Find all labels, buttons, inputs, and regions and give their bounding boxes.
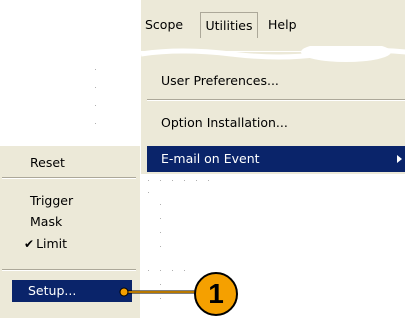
menu-item-setup[interactable]: Setup... (12, 280, 132, 302)
menu-help[interactable]: Help (268, 14, 297, 36)
menu-item-option-installation[interactable]: Option Installation... (147, 109, 405, 137)
menu-item-user-preferences[interactable]: User Preferences... (147, 67, 405, 95)
menu-item-limit[interactable]: ✔ Limit (24, 234, 67, 254)
menu-item-mask[interactable]: Mask (30, 212, 62, 232)
limit-label: Limit (36, 236, 68, 251)
upper-dots (95, 69, 96, 124)
callout-number-badge: 1 (194, 272, 238, 316)
menu-utilities[interactable]: Utilities (200, 12, 258, 38)
menu-item-email-on-event[interactable]: E-mail on Event (147, 146, 405, 172)
submenu-arrow-icon (397, 155, 402, 163)
utilities-dropdown: User Preferences... Option Installation.… (140, 46, 405, 174)
menu-bar-edge (140, 0, 141, 52)
menu-scope[interactable]: Scope (145, 14, 183, 36)
dropdown-wave-decoration (141, 46, 405, 62)
menu-divider (147, 99, 405, 101)
email-on-event-label: E-mail on Event (161, 151, 260, 166)
sidebar-divider (2, 177, 136, 179)
menu-item-trigger[interactable]: Trigger (30, 191, 73, 211)
callout-pointer (119, 287, 196, 297)
menu-bar: Scope Utilities Help (140, 0, 405, 52)
sidebar-divider (2, 269, 136, 271)
menu-item-reset[interactable]: Reset (30, 153, 65, 173)
checkmark-icon: ✔ (24, 237, 35, 251)
